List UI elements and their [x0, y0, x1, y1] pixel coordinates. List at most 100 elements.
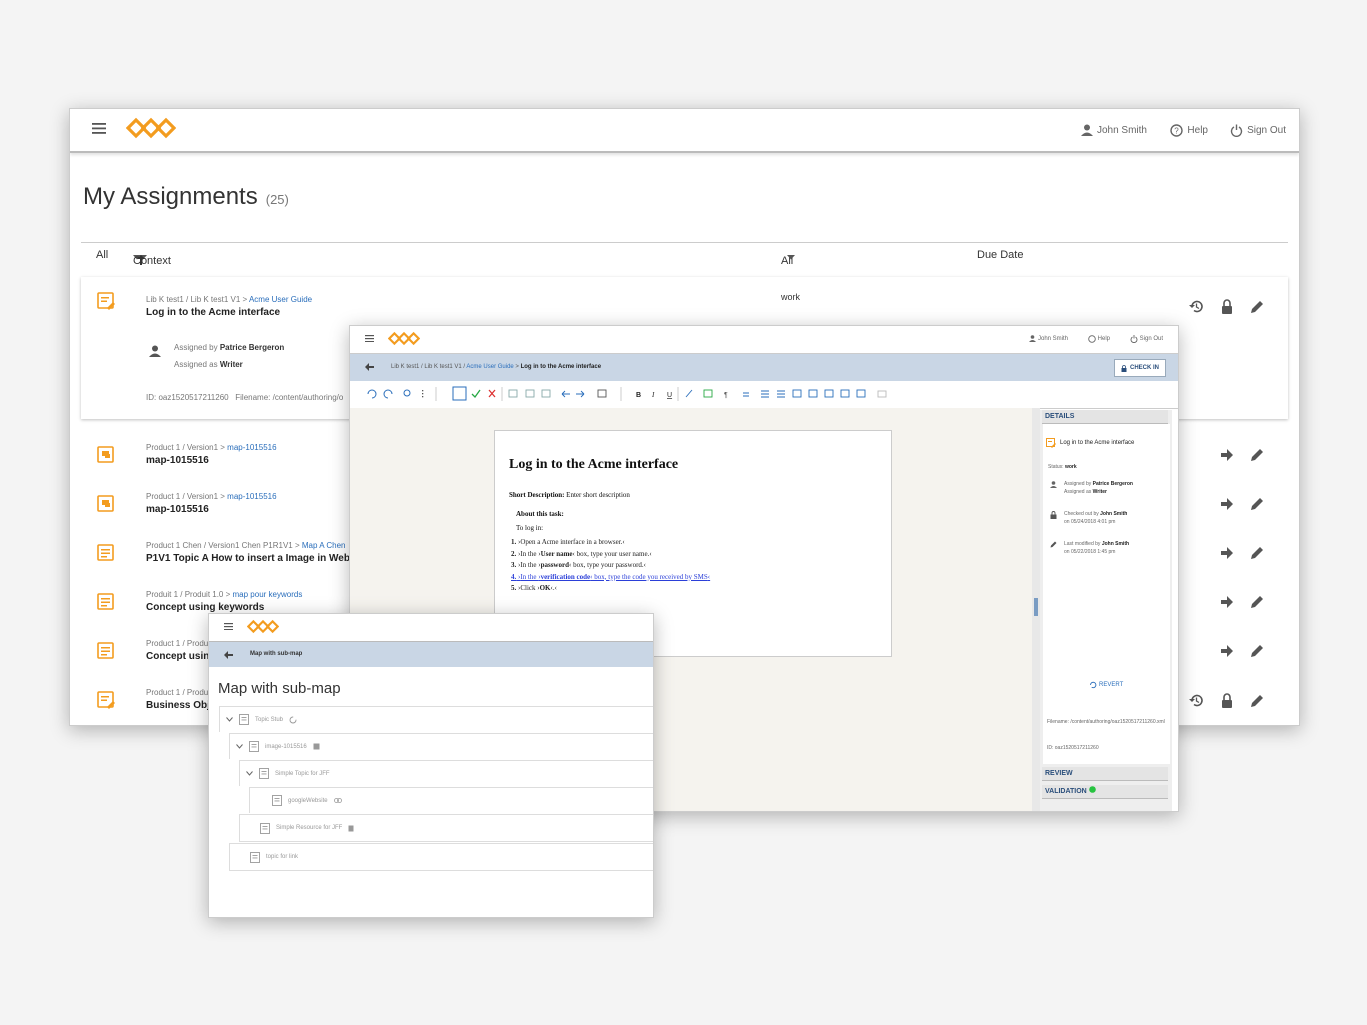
card-breadcrumb: Lib K test1 / Lib K test1 V1 > Acme User…: [146, 295, 313, 304]
card-breadcrumb-link[interactable]: Acme User Guide: [249, 295, 312, 304]
chevron-down-icon[interactable]: [236, 744, 243, 749]
breadcrumb-link[interactable]: Acme User Guide: [466, 364, 513, 370]
details-panel: DETAILS Log in to the Acme interface Sta…: [1040, 410, 1172, 811]
tree-node-label: Simple Resource for JFF: [276, 825, 343, 831]
edit-icon[interactable]: [1250, 448, 1264, 462]
topic-icon: [260, 822, 270, 834]
revert-label: REVERT: [1099, 682, 1124, 688]
details-checked-out: Checked out by John Smith on 05/24/2018 4…: [1064, 511, 1128, 525]
review-section[interactable]: REVIEW: [1042, 767, 1168, 781]
step-item[interactable]: 2. ›In the ›User name‹ box, type your us…: [511, 549, 710, 561]
row-breadcrumb-link[interactable]: map pour keywords: [233, 590, 303, 599]
arrow-right-icon[interactable]: [1220, 448, 1234, 462]
row-title[interactable]: P1V1 Topic A How to insert a Image in We…: [146, 553, 368, 564]
revert-button[interactable]: REVERT: [1089, 681, 1123, 689]
row-title[interactable]: Business Obje: [146, 700, 215, 711]
check-in-button[interactable]: CHECK IN: [1113, 359, 1166, 377]
details-body: Log in to the Acme interface Status: wor…: [1043, 424, 1170, 764]
edit-icon[interactable]: [1250, 299, 1264, 314]
doc-title[interactable]: Log in to the Acme interface: [509, 457, 678, 473]
chevron-down-icon: [787, 255, 795, 260]
panel-splitter[interactable]: [1032, 408, 1040, 811]
user-menu[interactable]: John Smith: [1028, 335, 1068, 342]
tree-node[interactable]: Simple Topic for JFF: [239, 760, 653, 786]
chevron-down-icon[interactable]: [226, 717, 233, 722]
arrow-right-icon[interactable]: [1220, 546, 1234, 560]
app-logo[interactable]: [126, 117, 176, 139]
table-header: All Context All Due Date: [81, 242, 1288, 275]
menu-icon[interactable]: [224, 623, 233, 630]
row-breadcrumb-link[interactable]: Map A Chen: [302, 541, 346, 550]
lock-icon[interactable]: [1220, 693, 1234, 708]
map-window: Map with sub-map Map with sub-map Topic …: [208, 613, 654, 918]
history-icon: [1089, 681, 1097, 689]
signout-label: Sign Out: [1247, 124, 1286, 136]
lock-icon[interactable]: [1220, 299, 1234, 314]
edit-icon[interactable]: [1250, 693, 1264, 708]
svg-text:¶: ¶: [724, 392, 728, 399]
arrow-right-icon[interactable]: [1220, 497, 1234, 511]
topic-icon: [249, 741, 259, 752]
task-intro[interactable]: To log in:: [516, 524, 543, 532]
app-logo[interactable]: [388, 331, 420, 346]
row-breadcrumb-link[interactable]: map-1015516: [227, 492, 276, 501]
tree-node[interactable]: image-1015516: [229, 733, 653, 759]
help-button[interactable]: ? Help: [1170, 109, 1208, 151]
back-arrow-icon[interactable]: [224, 651, 233, 659]
arrow-up-icon[interactable]: [137, 255, 145, 265]
edit-icon[interactable]: [1250, 497, 1264, 511]
row-breadcrumb: Product 1 / Produ: [146, 688, 209, 697]
help-button[interactable]: Help: [1087, 335, 1110, 343]
row-title[interactable]: Concept using: [146, 651, 215, 662]
menu-icon[interactable]: [365, 335, 374, 342]
tree-node[interactable]: googleWebsite: [249, 787, 653, 813]
details-header[interactable]: DETAILS: [1042, 410, 1168, 424]
chevron-down-icon[interactable]: [246, 771, 253, 776]
arrow-right-icon[interactable]: [1220, 644, 1234, 658]
person-icon: [1050, 481, 1057, 488]
signout-button[interactable]: Sign Out: [1230, 109, 1286, 151]
row-title[interactable]: map-1015516: [146, 455, 209, 466]
filter-all[interactable]: All: [96, 249, 108, 261]
splitter-handle[interactable]: [1034, 598, 1038, 616]
help-label: Help: [1097, 336, 1110, 342]
edit-icon[interactable]: [1250, 595, 1264, 609]
about-task[interactable]: About this task:: [516, 510, 564, 518]
menu-icon[interactable]: [92, 123, 106, 134]
edit-icon[interactable]: [1250, 644, 1264, 658]
redo-icon: [383, 389, 393, 399]
help-icon: [1087, 335, 1096, 343]
edit-icon[interactable]: [1250, 546, 1264, 560]
step-item-tracked[interactable]: 4. ›In the ›verification code‹ box, type…: [511, 572, 710, 584]
step-item[interactable]: 5. ›Click ›OK‹.‹: [511, 583, 710, 595]
short-description[interactable]: Short Description: Enter short descripti…: [509, 491, 630, 499]
back-arrow-icon[interactable]: [365, 363, 374, 371]
row-breadcrumb-link[interactable]: map-1015516: [227, 443, 276, 452]
due-date-header[interactable]: Due Date: [977, 249, 1023, 261]
arrow-right-icon[interactable]: [1220, 595, 1234, 609]
loading-icon: [289, 716, 297, 724]
validation-section[interactable]: VALIDATION: [1042, 785, 1168, 799]
history-icon[interactable]: [1189, 693, 1204, 708]
user-menu[interactable]: John Smith: [1080, 109, 1147, 151]
tree-node[interactable]: Topic Stub: [219, 706, 653, 732]
step-item[interactable]: 3. ›In the ›password‹ box, type your pas…: [511, 560, 710, 572]
step-item[interactable]: 1. ›Open a Acme interface in a browser.‹: [511, 537, 710, 549]
svg-text:?: ?: [1175, 126, 1180, 135]
tree-node[interactable]: Simple Resource for JFF: [239, 814, 653, 842]
power-icon: [1230, 124, 1243, 137]
history-icon[interactable]: [1189, 299, 1204, 314]
tree-node[interactable]: topic for link: [229, 843, 653, 871]
svg-text:U: U: [667, 392, 672, 399]
find-icon: [403, 389, 411, 397]
signout-button[interactable]: Sign Out: [1130, 335, 1163, 343]
card-title[interactable]: Log in to the Acme interface: [146, 307, 280, 318]
app-logo[interactable]: [247, 619, 279, 634]
row-title[interactable]: map-1015516: [146, 504, 209, 515]
row-title[interactable]: Concept using keywords: [146, 602, 264, 613]
details-modified: Last modified by John Smith on 05/22/2018…: [1064, 541, 1130, 555]
user-name: John Smith: [1096, 124, 1147, 136]
tree-node-label: Topic Stub: [255, 716, 284, 723]
steps-list[interactable]: 1. ›Open a Acme interface in a browser.‹…: [511, 537, 710, 595]
row-actions: [1220, 595, 1264, 609]
